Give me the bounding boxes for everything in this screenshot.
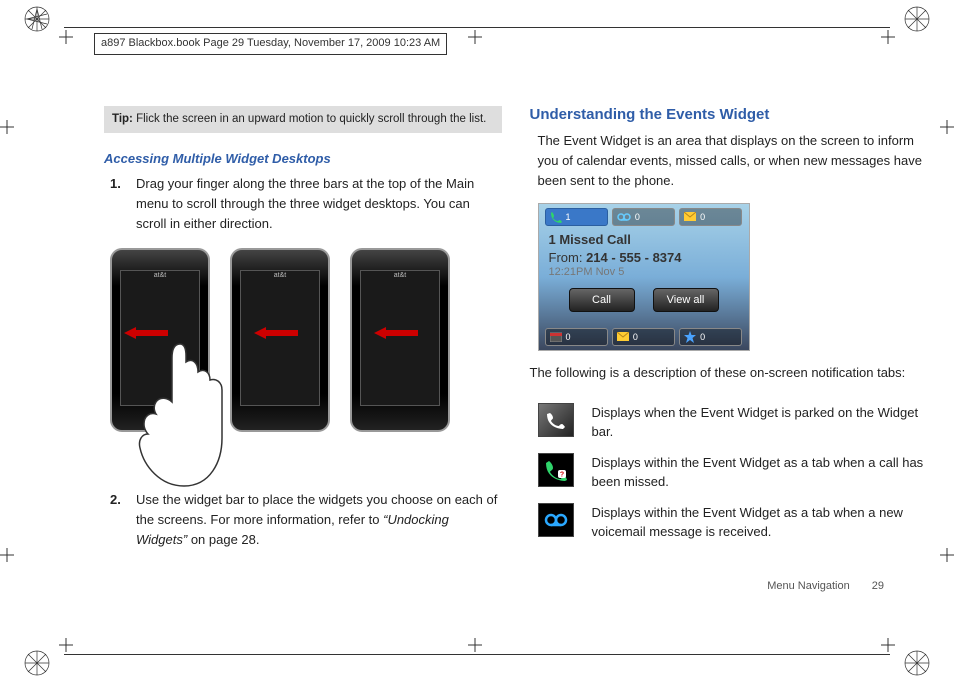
widget-time: 12:21PM Nov 5 [549,266,625,278]
carrier-text: at&t [232,272,328,279]
phone-illustration: at&t [230,248,330,432]
footer-page-number: 29 [872,580,884,592]
register-burst-icon [902,4,932,34]
crop-plus-icon [59,30,73,44]
right-column: Understanding the Events Widget The Even… [530,106,928,604]
content: Tip: Flick the screen in an upward motio… [104,106,927,604]
star-icon [684,331,696,343]
crop-plus-icon [0,120,14,134]
page-footer: Menu Navigation 29 [767,580,884,592]
icon-desc: Displays within the Event Widget as a ta… [592,503,928,541]
figure-widget-desktops: at&t at&t [110,248,502,478]
subsection-heading: Accessing Multiple Widget Desktops [104,151,502,166]
figure-event-widget: 1 0 0 1 Missed Call From: 214 - 555 - [538,203,750,351]
crop-plus-icon [881,30,895,44]
hand-pointer-icon [130,338,230,488]
svg-text:?: ? [559,472,563,479]
calendar-icon [550,332,562,342]
tab-bottom: 0 [545,328,608,346]
event-widget-parked-icon [538,403,574,437]
arrow-left-icon [124,326,168,338]
left-column: Tip: Flick the screen in an upward motio… [104,106,502,604]
missed-call-tab-icon: ? [538,453,574,487]
call-button: Call [569,288,635,312]
crop-plus-icon [59,638,73,652]
crop-plus-icon [468,30,482,44]
arrow-left-icon [254,326,298,338]
tab-bottom: 0 [679,328,742,346]
crop-plus-icon [940,120,954,134]
envelope-icon [684,212,696,222]
voicemail-tab-icon [538,503,574,537]
phone-illustration: at&t [350,248,450,432]
widget-from: From: 214 - 555 - 8374 [549,250,682,265]
step-number: 1. [110,174,124,234]
icon-desc: Displays when the Event Widget is parked… [592,403,928,441]
register-burst-icon [22,4,52,34]
tab-bottom: 0 [612,328,675,346]
header-rule [64,27,890,28]
intro-paragraph: The Event Widget is an area that display… [538,131,928,191]
widget-title: 1 Missed Call [549,232,631,247]
tab-missed-call: 1 [545,208,608,226]
voicemail-icon [617,212,631,222]
header-text: a897 Blackbox.book Page 29 Tuesday, Nove… [101,37,440,49]
step-text: Drag your finger along the three bars at… [136,174,502,234]
register-burst-icon [902,648,932,678]
step-2: 2. Use the widget bar to place the widge… [110,490,502,550]
register-burst-icon [22,648,52,678]
arrow-left-icon [374,326,418,338]
footer-section-name: Menu Navigation [767,580,850,592]
phone-missed-icon [550,211,562,223]
icon-row-3: Displays within the Event Widget as a ta… [538,503,928,541]
footer-rule [64,654,890,655]
crop-plus-icon [940,548,954,562]
crop-plus-icon [468,638,482,652]
tab-voicemail: 0 [612,208,675,226]
icon-row-1: Displays when the Event Widget is parked… [538,403,928,441]
tip-label: Tip: [112,113,133,125]
icon-desc: Displays within the Event Widget as a ta… [592,453,928,491]
carrier-text: at&t [352,272,448,279]
view-all-button: View all [653,288,719,312]
after-figure-paragraph: The following is a description of these … [530,363,928,383]
crop-plus-icon [0,548,14,562]
tip-box: Tip: Flick the screen in an upward motio… [104,106,502,133]
step-text: Use the widget bar to place the widgets … [136,490,502,550]
framemaker-header: a897 Blackbox.book Page 29 Tuesday, Nove… [94,33,447,55]
crop-plus-icon [881,638,895,652]
icon-row-2: ? Displays within the Event Widget as a … [538,453,928,491]
tip-text: Flick the screen in an upward motion to … [136,113,486,125]
step-1: 1. Drag your finger along the three bars… [110,174,502,234]
carrier-text: at&t [112,272,208,279]
envelope-alert-icon [617,332,629,342]
tab-message: 0 [679,208,742,226]
section-heading: Understanding the Events Widget [530,106,928,123]
page: a897 Blackbox.book Page 29 Tuesday, Nove… [0,0,954,682]
step-number: 2. [110,490,124,550]
